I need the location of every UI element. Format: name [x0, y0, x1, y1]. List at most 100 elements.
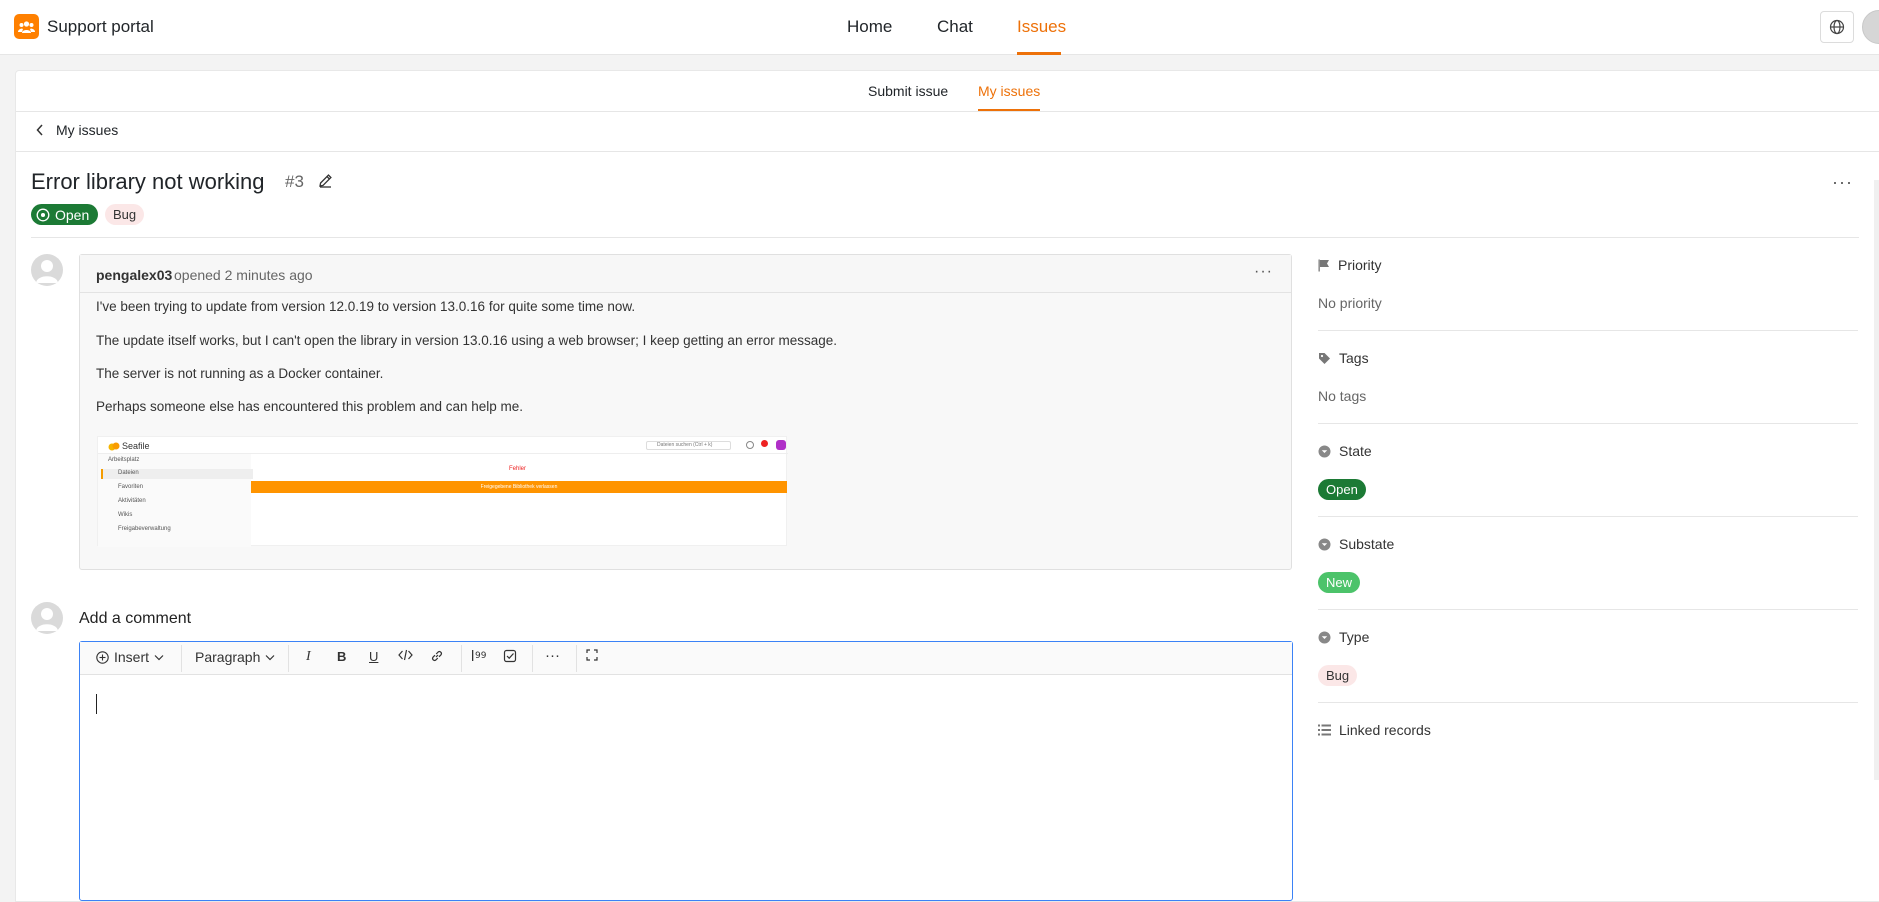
bold-icon[interactable]: B — [337, 649, 346, 664]
menu-item: Wikis — [118, 512, 133, 518]
editor-toolbar: Insert Paragraph I B U 99 ··· — [80, 642, 1292, 675]
error-text: Fehler — [509, 466, 527, 472]
dropdown-circle-icon — [1318, 538, 1331, 550]
nav-chat[interactable]: Chat — [937, 17, 973, 37]
priority-value: No priority — [1318, 295, 1382, 311]
back-to-my-issues[interactable]: My issues — [36, 122, 118, 138]
blockquote-icon[interactable]: 99 — [471, 649, 486, 662]
comment-paragraph: I've been trying to update from version … — [96, 299, 636, 314]
open-circle-icon — [36, 208, 50, 221]
avatar — [776, 440, 786, 450]
chevron-left-icon — [36, 124, 43, 136]
tab-submit-issue[interactable]: Submit issue — [868, 83, 948, 99]
issue-title: Error library not working — [31, 169, 265, 194]
my-avatar — [31, 602, 63, 634]
top-bar: Support portal Home Chat Issues — [0, 0, 1879, 55]
app-title[interactable]: Support portal — [47, 17, 154, 37]
seafile-logo: Seafile — [108, 441, 150, 451]
issue-number: #3 — [285, 172, 304, 191]
author-avatar[interactable] — [31, 254, 63, 286]
divider — [31, 237, 1859, 238]
divider — [1318, 330, 1858, 331]
tags-value: No tags — [1318, 388, 1367, 404]
linked-records-heading[interactable]: Linked records — [1318, 722, 1431, 738]
issue-more-button[interactable]: ··· — [1832, 172, 1853, 193]
tags-label: Tags — [1339, 350, 1369, 366]
menu-item: Favoriten — [118, 484, 144, 490]
divider — [1318, 609, 1858, 610]
substate-label: Substate — [1339, 536, 1395, 552]
chevron-down-icon — [265, 654, 275, 660]
globe-icon — [1829, 19, 1845, 35]
user-avatar[interactable] — [1862, 10, 1879, 44]
tags-heading[interactable]: Tags — [1318, 350, 1369, 366]
fullscreen-icon[interactable] — [586, 649, 598, 661]
comment-paragraph: The server is not running as a Docker co… — [96, 366, 384, 381]
status-badge: Open — [31, 204, 99, 225]
list-icon — [1318, 724, 1331, 736]
dropdown-circle-icon — [1318, 631, 1331, 643]
comment-editor[interactable]: Insert Paragraph I B U 99 ··· — [79, 641, 1293, 901]
scrollbar[interactable] — [1874, 180, 1879, 780]
menu-item: Aktivitäten — [118, 498, 146, 504]
comment-more-button[interactable]: ··· — [1254, 263, 1273, 281]
type-heading[interactable]: Type — [1318, 629, 1369, 645]
comment-paragraph: Perhaps someone else has encountered thi… — [96, 399, 524, 414]
comment-paragraph: The update itself works, but I can't ope… — [96, 333, 837, 348]
italic-icon[interactable]: I — [306, 649, 311, 665]
underline-icon[interactable]: U — [369, 649, 378, 664]
svg-text:99: 99 — [475, 651, 486, 661]
language-button[interactable] — [1820, 11, 1854, 43]
add-comment-heading: Add a comment — [79, 610, 192, 627]
paragraph-label: Paragraph — [195, 649, 261, 665]
link-icon[interactable] — [430, 649, 444, 663]
divider — [1318, 423, 1858, 424]
priority-heading[interactable]: Priority — [1318, 257, 1382, 273]
pencil-icon — [319, 174, 332, 188]
checklist-icon[interactable] — [503, 649, 517, 663]
bell-icon — [746, 441, 754, 449]
more-options-icon[interactable]: ··· — [545, 647, 560, 664]
text-caret — [96, 694, 97, 714]
priority-label: Priority — [1338, 257, 1382, 273]
comment-meta: opened 2 minutes ago — [174, 267, 313, 283]
substate-badge: New — [1318, 572, 1361, 593]
nav-home[interactable]: Home — [847, 17, 892, 37]
divider — [16, 111, 1879, 112]
workspace-label: Arbeitsplatz — [108, 457, 140, 463]
chevron-down-icon — [154, 654, 164, 660]
attachment-image[interactable]: Seafile Dateien suchen (Ctrl + k) Arbeit… — [97, 436, 788, 547]
type-badge: Bug — [1318, 665, 1358, 686]
menu-item: Freigabeverwaltung — [118, 526, 171, 532]
insert-dropdown[interactable]: Insert — [96, 649, 164, 665]
notification-icon — [761, 440, 768, 447]
divider — [1318, 516, 1858, 517]
dropdown-circle-icon — [1318, 445, 1331, 457]
comment-header: pengalex03 opened 2 minutes ago ··· — [80, 255, 1291, 293]
paragraph-dropdown[interactable]: Paragraph — [195, 649, 275, 665]
flag-icon — [1318, 259, 1329, 271]
edit-title-button[interactable] — [318, 173, 333, 193]
comment-author[interactable]: pengalex03 — [96, 267, 172, 283]
nav-active-indicator — [1017, 52, 1061, 55]
type-badge: Bug — [105, 204, 145, 225]
status-label: Open — [55, 206, 90, 223]
error-banner: Freigegebene Bibliothek verlassen — [251, 481, 787, 493]
divider — [1318, 702, 1858, 703]
tag-icon — [1319, 352, 1330, 364]
tab-my-issues[interactable]: My issues — [978, 83, 1040, 99]
nav-issues[interactable]: Issues — [1017, 17, 1066, 37]
plus-circle-icon — [96, 650, 109, 664]
search-input: Dateien suchen (Ctrl + k) — [646, 441, 731, 450]
divider — [16, 151, 1879, 152]
state-label: State — [1339, 443, 1372, 459]
type-label: Type — [1339, 629, 1370, 645]
state-heading[interactable]: State — [1318, 443, 1372, 459]
app-logo-icon[interactable] — [14, 14, 39, 39]
substate-heading[interactable]: Substate — [1318, 536, 1394, 552]
linked-records-label: Linked records — [1339, 722, 1431, 738]
back-label: My issues — [56, 122, 119, 138]
state-badge: Open — [1318, 479, 1366, 500]
code-icon[interactable] — [398, 649, 413, 661]
menu-item: Dateien — [118, 470, 139, 476]
